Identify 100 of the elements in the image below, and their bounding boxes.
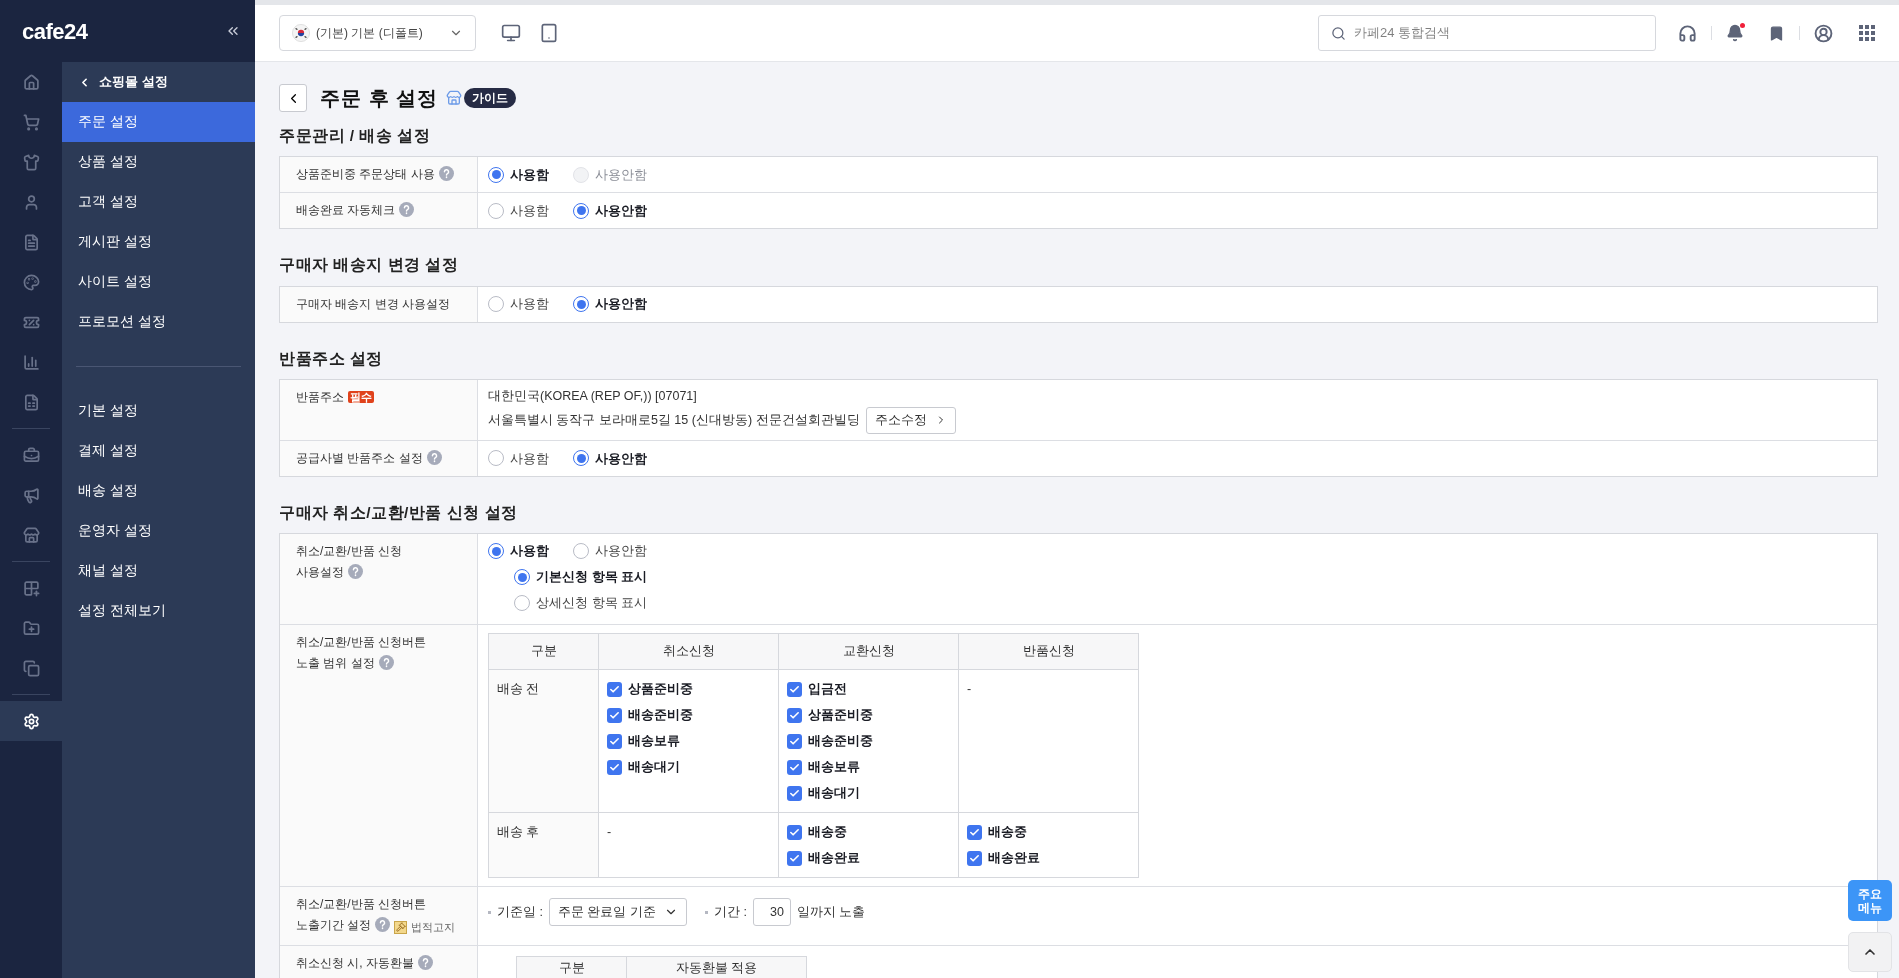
checkbox-label: 입금전 [808, 680, 847, 699]
checkbox-label: 배송중 [988, 823, 1027, 842]
radio-label: 사용안함 [595, 202, 647, 220]
column-header: 구분 [488, 633, 599, 670]
checkbox[interactable] [787, 707, 802, 723]
submenu-item[interactable]: 고객 설정 [62, 182, 255, 222]
checkbox[interactable] [787, 759, 802, 775]
checkbox[interactable] [607, 733, 622, 749]
headset-icon[interactable] [1678, 23, 1697, 43]
column-header: 구분 [516, 956, 627, 978]
column-header: 반품신청 [958, 633, 1139, 670]
checkbox-label: 배송보류 [628, 732, 680, 751]
column-header: 교환신청 [778, 633, 959, 670]
checkbox[interactable] [607, 759, 622, 775]
submenu-item[interactable]: 주문 설정 [62, 102, 255, 142]
legal-notice-link[interactable]: 법적고지 [411, 916, 456, 938]
submenu-item[interactable]: 프로모션 설정 [62, 302, 255, 342]
column-header: 취소신청 [598, 633, 779, 670]
empty-mark: - [967, 682, 972, 696]
submenu-item[interactable]: 상품 설정 [62, 142, 255, 182]
checkbox-label: 배송준비중 [808, 732, 873, 751]
megaphone-icon [22, 486, 40, 504]
submenu-item[interactable]: 설정 전체보기 [62, 591, 255, 631]
copy-icon [22, 659, 40, 677]
submenu-item[interactable]: 배송 설정 [62, 471, 255, 511]
days-field[interactable]: 30 [752, 898, 791, 926]
bar-chart-icon [22, 353, 40, 371]
check-icon [969, 826, 980, 838]
section-title: 주문관리 / 배송 설정 [279, 126, 432, 146]
settings-icon [22, 712, 40, 730]
base-date-select[interactable]: 주문 완료일 기준 [548, 898, 687, 926]
column-header: 자동환불 적용 [626, 956, 807, 978]
field-label: 노출기간 설정 [296, 918, 372, 932]
checkbox[interactable] [787, 824, 802, 840]
account-icon[interactable] [1814, 23, 1833, 43]
radio-button[interactable] [488, 166, 504, 183]
help-icon[interactable] [438, 166, 454, 182]
checkbox[interactable] [787, 681, 802, 697]
check-icon [609, 709, 620, 721]
submenu-item[interactable]: 결제 설정 [62, 431, 255, 471]
row-header: 배송 후 [488, 812, 599, 878]
logo[interactable]: cafe24 [22, 14, 88, 48]
radio-button[interactable] [573, 296, 589, 312]
rail-item[interactable] [0, 701, 62, 741]
help-icon[interactable] [348, 564, 363, 579]
apps-icon[interactable] [1859, 25, 1875, 41]
help-icon[interactable] [399, 202, 415, 218]
field-label: 취소신청 시, 자동환불 [296, 955, 414, 970]
check-icon [609, 683, 620, 695]
submenu-item[interactable]: 채널 설정 [62, 551, 255, 591]
radio-button[interactable] [514, 595, 530, 611]
submenu-item[interactable]: 게시판 설정 [62, 222, 255, 262]
checkbox[interactable] [787, 850, 802, 866]
back-link[interactable]: 쇼핑몰 설정 [62, 62, 255, 102]
guide-badge[interactable]: 가이드 [464, 88, 517, 108]
checkbox[interactable] [967, 824, 982, 840]
radio-button[interactable] [573, 202, 589, 219]
radio-button[interactable] [573, 450, 589, 467]
radio-label: 사용함 [510, 295, 549, 314]
checkbox[interactable] [607, 707, 622, 723]
radio-button[interactable] [488, 296, 504, 312]
bell-icon[interactable] [1726, 24, 1744, 42]
page-title: 주문 후 설정 [320, 86, 439, 111]
store-icon [22, 526, 40, 544]
submenu-item[interactable]: 운영자 설정 [62, 511, 255, 551]
checkbox-label: 배송보류 [808, 758, 860, 777]
radio-button[interactable] [488, 543, 504, 559]
section-title: 구매자 배송지 변경 설정 [279, 255, 460, 276]
help-icon[interactable] [375, 917, 391, 932]
spreadsheet-icon [22, 393, 40, 411]
search-input[interactable]: 카페24 통합검색 [1354, 23, 1643, 43]
checkbox-label: 상품준비중 [628, 680, 693, 699]
search-field[interactable]: 카페24 통합검색 [1318, 15, 1656, 51]
submenu-item[interactable]: 기본 설정 [62, 391, 255, 431]
flag-icon [292, 24, 310, 42]
help-icon[interactable] [418, 954, 433, 970]
radio-button[interactable] [488, 450, 504, 467]
check-icon [789, 761, 800, 773]
store-select[interactable]: (기본) 기본 (디폴트) [279, 15, 476, 51]
radio-button[interactable] [514, 569, 530, 585]
radio-button[interactable] [573, 543, 589, 559]
bookmark-icon[interactable] [1768, 24, 1785, 42]
edit-address-button[interactable]: 주소수정 [865, 406, 956, 434]
tablet-icon[interactable] [539, 23, 559, 43]
folder-plus-icon [22, 619, 40, 637]
desktop-icon[interactable] [501, 23, 521, 43]
check-icon [789, 852, 800, 864]
required-badge: 필수 [348, 390, 374, 403]
radio-label: 상세신청 항목 표시 [536, 594, 648, 613]
checkbox[interactable] [967, 850, 982, 866]
help-icon[interactable] [378, 655, 394, 670]
help-icon[interactable] [426, 449, 442, 465]
checkbox[interactable] [787, 733, 802, 749]
radio-button[interactable] [488, 202, 504, 219]
back-button[interactable] [279, 84, 307, 112]
checkbox[interactable] [787, 785, 802, 801]
radio-label: 사용안함 [595, 449, 647, 468]
submenu-item[interactable]: 사이트 설정 [62, 262, 255, 302]
section-title: 반품주소 설정 [279, 348, 384, 369]
checkbox[interactable] [607, 681, 622, 697]
